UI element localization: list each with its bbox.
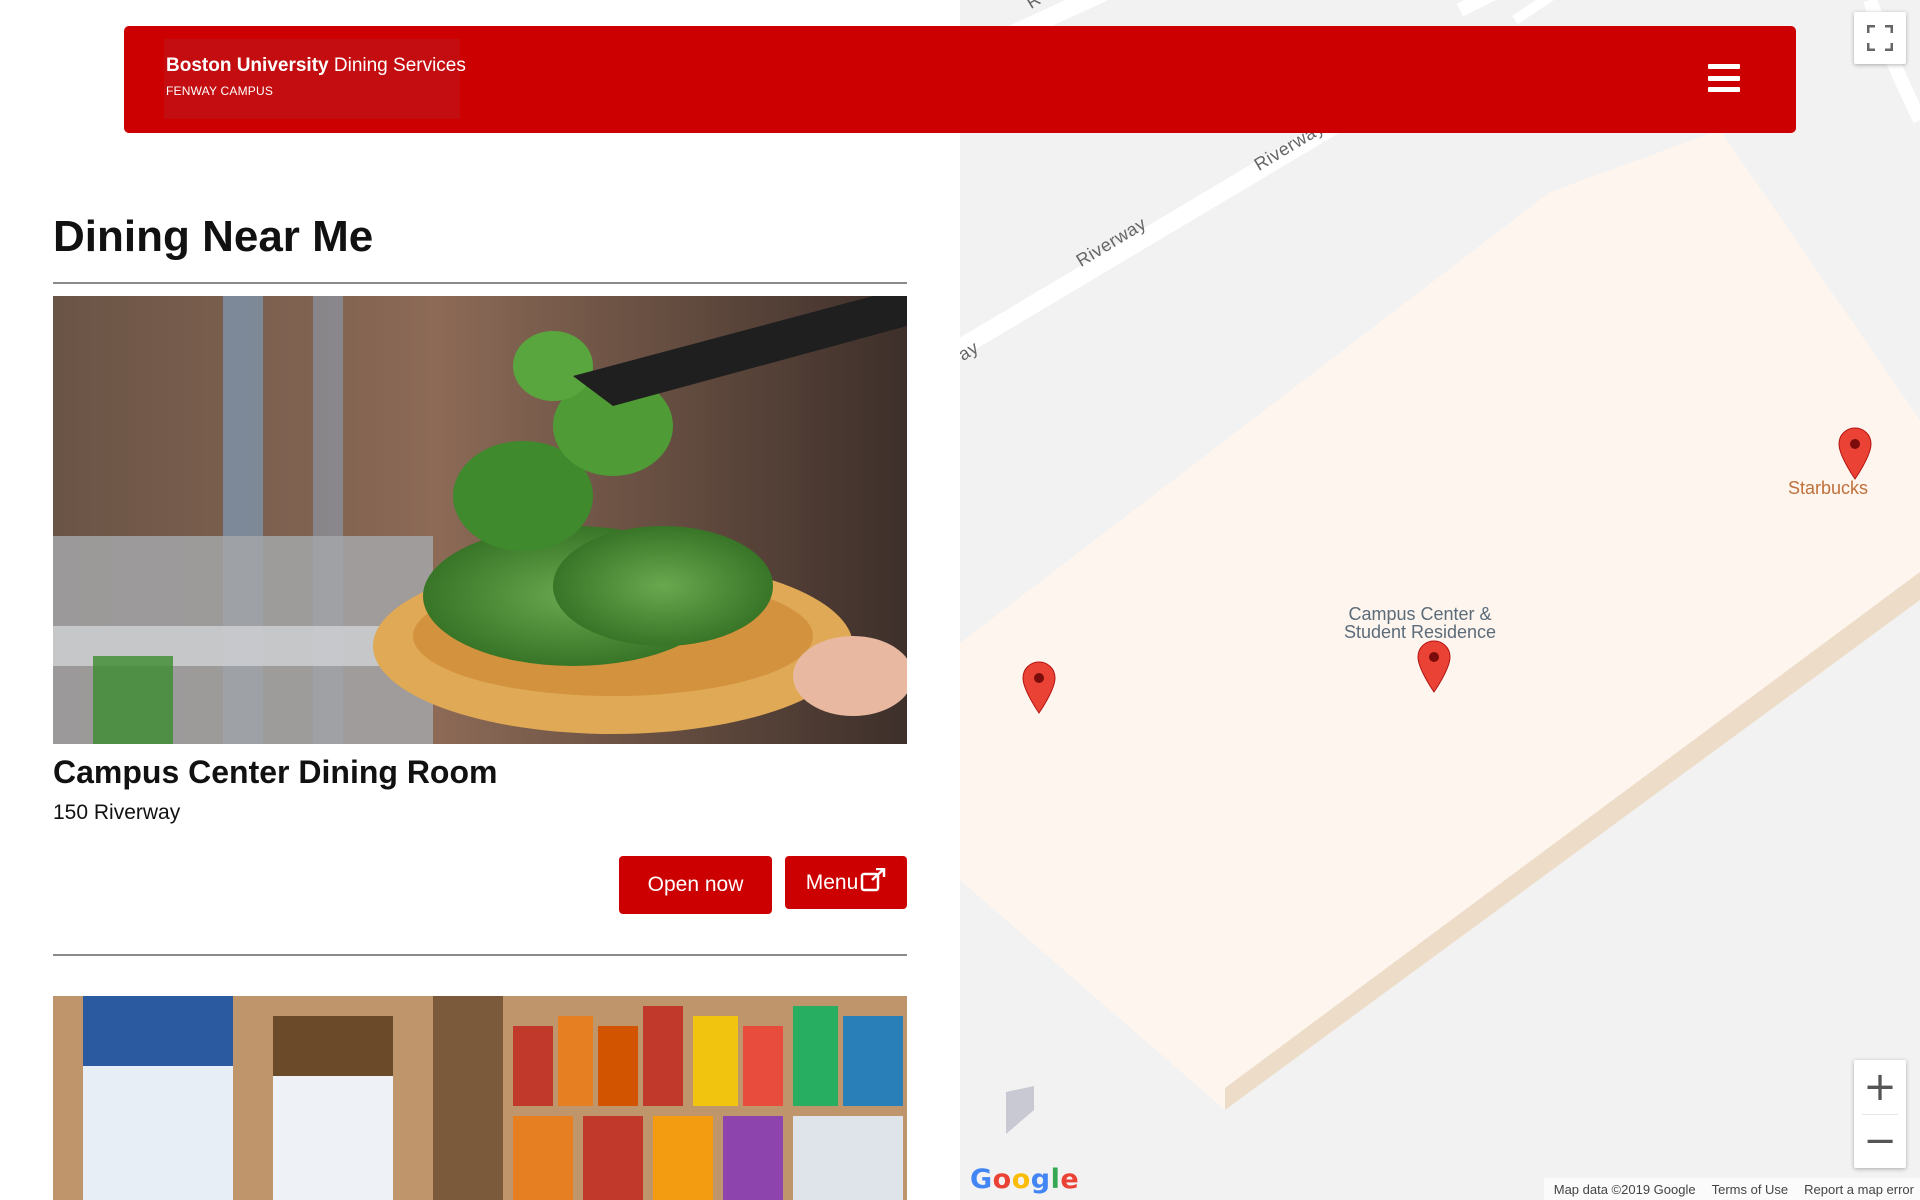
snack-shelf-photo[interactable] (53, 996, 907, 1200)
site-header: Boston University Dining Services FENWAY… (124, 26, 1796, 133)
map-pin-west[interactable] (1022, 661, 1056, 715)
terms-of-use-link[interactable]: Terms of Use (1712, 1182, 1789, 1197)
road-top-right-2 (1512, 0, 1555, 25)
report-map-error-link[interactable]: Report a map error (1804, 1182, 1914, 1197)
location-name[interactable]: Campus Center Dining Room (53, 754, 497, 791)
campus-center-label[interactable]: Campus Center & Student Residence (1320, 605, 1520, 641)
hamburger-menu-icon[interactable] (1708, 64, 1740, 92)
menu-button[interactable]: Menu (785, 856, 907, 909)
campus-center-label-line1: Campus Center & (1348, 604, 1492, 624)
zoom-control: + − (1854, 1060, 1906, 1168)
logo-brand-regular: Dining Services (328, 55, 466, 76)
map-pin-campus-center[interactable] (1417, 640, 1451, 694)
logo-brand-bold: Boston University (166, 55, 329, 76)
small-building-shape (1006, 1086, 1034, 1134)
google-logo[interactable]: Google (970, 1164, 1079, 1195)
map-data-attribution: Map data ©2019 Google (1553, 1181, 1696, 1197)
page-title: Dining Near Me (53, 212, 374, 261)
external-link-icon (861, 867, 886, 891)
map-canvas[interactable] (960, 0, 1920, 1200)
map-pin-starbucks[interactable] (1838, 427, 1872, 481)
fullscreen-button[interactable] (1854, 12, 1906, 64)
card-divider (53, 954, 907, 956)
salad-bar-photo[interactable] (53, 296, 907, 744)
zoom-in-button[interactable]: + (1854, 1060, 1906, 1114)
fullscreen-icon (1867, 25, 1893, 51)
title-divider (53, 282, 907, 284)
starbucks-label[interactable]: Starbucks (1788, 478, 1868, 499)
location-address: 150 Riverway (53, 801, 181, 824)
bu-dining-logo[interactable]: Boston University Dining Services FENWAY… (164, 39, 466, 119)
open-now-status-button[interactable]: Open now (619, 856, 772, 914)
menu-button-label: Menu (805, 870, 859, 894)
zoom-out-button[interactable]: − (1854, 1114, 1906, 1168)
map-attribution-bar: Map data ©2019 Google Terms of Use Repor… (1543, 1178, 1920, 1200)
campus-center-label-line2: Student Residence (1343, 622, 1497, 642)
map-panel[interactable]: Riverway Riverway ay R Campus Center & S… (960, 0, 1920, 1200)
logo-campus-text: FENWAY CAMPUS (166, 84, 274, 98)
logo-brand-text: Boston University Dining Services (166, 55, 466, 77)
road-top-right (1456, 0, 1496, 17)
